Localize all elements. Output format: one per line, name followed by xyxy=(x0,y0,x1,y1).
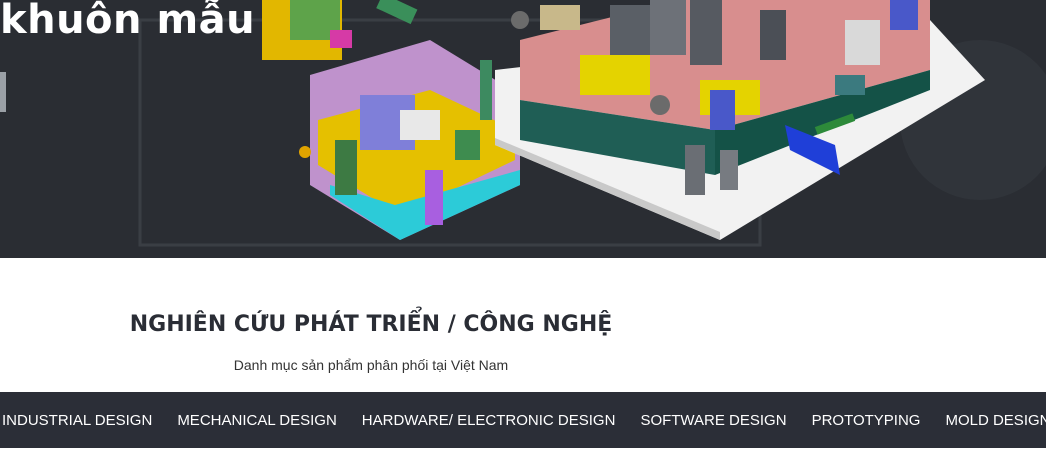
nav-item-mold-design[interactable]: MOLD DESIGN xyxy=(945,412,1046,429)
nav-item-software-design[interactable]: SOFTWARE DESIGN xyxy=(640,412,786,429)
category-navbar: INDUSTRIAL DESIGN MECHANICAL DESIGN HARD… xyxy=(0,392,1046,448)
nav-item-hardware-electronic-design[interactable]: HARDWARE/ ELECTRONIC DESIGN xyxy=(362,412,616,429)
hero-banner: khuôn mẫu xyxy=(0,0,1046,258)
hero-title: khuôn mẫu xyxy=(0,0,256,43)
section-subtitle: Danh mục sản phẩm phân phối tại Việt Nam xyxy=(233,357,509,373)
category-nav-list: INDUSTRIAL DESIGN MECHANICAL DESIGN HARD… xyxy=(0,392,1046,448)
nav-item-mechanical-design[interactable]: MECHANICAL DESIGN xyxy=(177,412,336,429)
nav-item-industrial-design[interactable]: INDUSTRIAL DESIGN xyxy=(2,412,152,429)
section-title: NGHIÊN CỨU PHÁT TRIỂN / CÔNG NGHỆ xyxy=(129,312,613,337)
nav-item-prototyping[interactable]: PROTOTYPING xyxy=(812,412,921,429)
slider-handle[interactable] xyxy=(0,72,6,112)
